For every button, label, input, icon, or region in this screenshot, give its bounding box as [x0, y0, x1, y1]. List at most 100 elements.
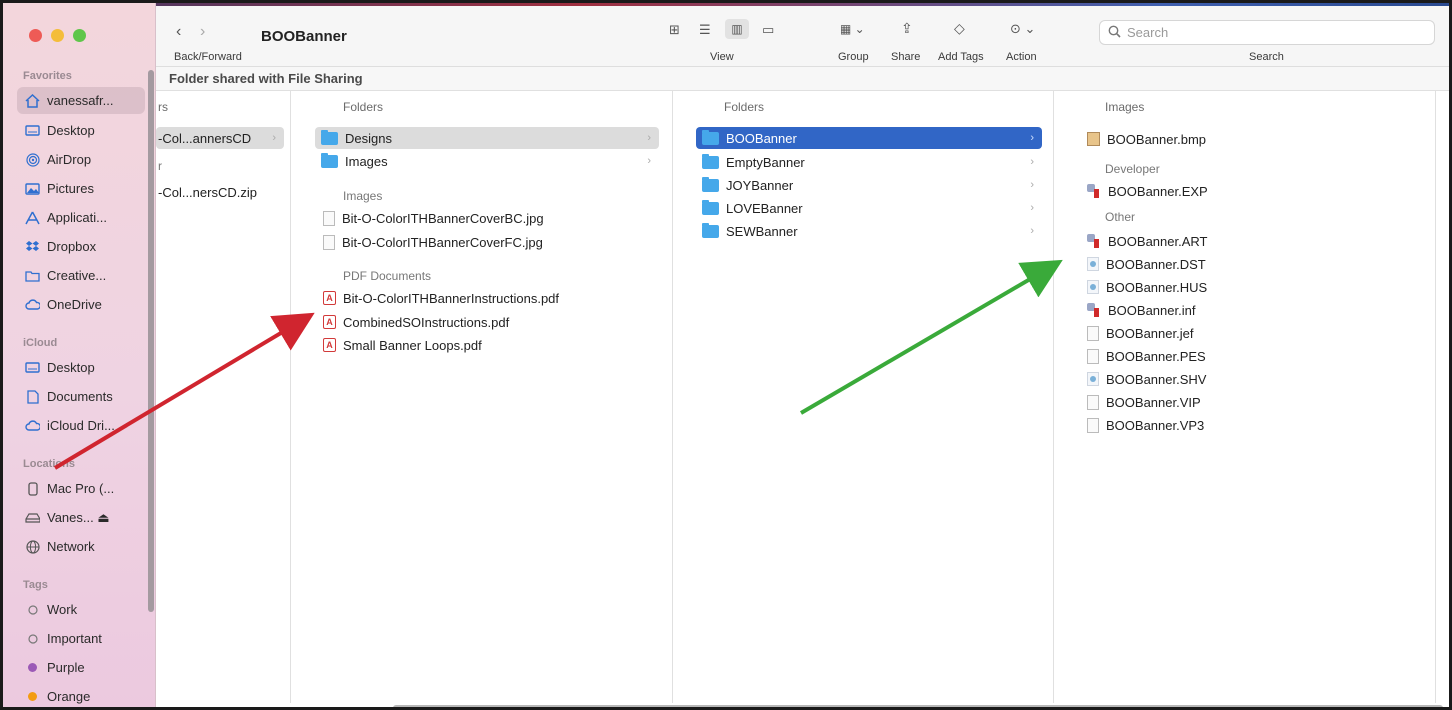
forward-icon[interactable]: › — [200, 23, 205, 41]
tag-circle-icon — [25, 631, 40, 646]
sidebar-item-drive[interactable]: Vanes... ⏏ — [17, 504, 145, 531]
group-header: PDF Documents — [343, 269, 432, 283]
row-label: BOOBanner — [726, 130, 797, 146]
sidebar-item-airdrop[interactable]: AirDrop — [17, 146, 145, 173]
list-item[interactable]: BOOBanner.EXP — [1081, 180, 1421, 202]
gallery-view-icon[interactable]: ▭ — [762, 22, 774, 38]
close-button[interactable] — [29, 29, 42, 42]
list-item[interactable]: Images › — [315, 150, 659, 172]
icon-view-icon[interactable]: ⊞ — [669, 22, 680, 38]
folder-icon — [321, 129, 338, 145]
list-item[interactable]: BOOBanner.PES — [1081, 345, 1421, 367]
right-divider — [1435, 91, 1436, 703]
sidebar-item-creative[interactable]: Creative... — [17, 262, 145, 289]
search-input[interactable] — [1127, 25, 1417, 40]
folder-icon — [702, 199, 719, 215]
traffic-lights — [29, 29, 86, 42]
sidebar-item-label: Documents — [47, 389, 113, 404]
tag-dot-icon — [25, 689, 40, 704]
folder-icon — [702, 153, 719, 169]
locations-header: Locations — [23, 458, 75, 470]
embroidery-file-icon — [1087, 257, 1099, 271]
list-item[interactable]: BOOBanner.ART — [1081, 230, 1421, 252]
list-item[interactable]: JOYBanner › — [696, 174, 1042, 196]
globe-icon — [25, 539, 40, 554]
search-field[interactable] — [1099, 20, 1435, 45]
list-item[interactable]: BOOBanner.HUS — [1081, 276, 1421, 298]
list-item[interactable]: EmptyBanner › — [696, 151, 1042, 173]
sidebar-item-pictures[interactable]: Pictures — [17, 175, 145, 202]
list-item[interactable]: A CombinedSOInstructions.pdf — [317, 311, 657, 333]
list-item[interactable]: BOOBanner.VIP — [1081, 391, 1421, 413]
sidebar-item-onedrive[interactable]: OneDrive — [17, 291, 145, 318]
list-item[interactable]: Bit-O-ColorITHBannerCoverFC.jpg — [317, 231, 657, 253]
row-label: Bit-O-ColorITHBannerInstructions.pdf — [343, 290, 560, 306]
back-icon[interactable]: ‹ — [176, 23, 181, 41]
folder-icon — [702, 129, 719, 145]
sidebar-tag-important[interactable]: Important — [17, 625, 145, 652]
list-item[interactable]: BOOBanner › — [696, 127, 1042, 149]
group-icon[interactable]: ▦ ⌄ — [840, 22, 865, 36]
list-item[interactable]: LOVEBanner › — [696, 197, 1042, 219]
row-label: Bit-O-ColorITHBannerCoverBC.jpg — [342, 210, 544, 226]
applications-icon — [25, 210, 40, 225]
sidebar-tag-orange[interactable]: Orange — [17, 683, 145, 707]
list-item[interactable]: BOOBanner.inf — [1081, 299, 1421, 321]
sidebar-item-desktop[interactable]: Desktop — [17, 117, 145, 144]
sidebar-item-home[interactable]: vanessafr... — [17, 87, 145, 114]
list-item[interactable]: A Small Banner Loops.pdf — [317, 334, 657, 356]
share-icon[interactable]: ⇪ — [901, 20, 913, 37]
list-item[interactable]: BOOBanner.VP3 — [1081, 414, 1421, 436]
tag-icon[interactable]: ◇ — [954, 20, 965, 37]
share-label: Share — [891, 51, 921, 63]
dropbox-icon — [25, 239, 40, 254]
list-item[interactable]: BOOBanner.DST — [1081, 253, 1421, 275]
list-item[interactable]: Bit-O-ColorITHBannerCoverBC.jpg — [317, 207, 657, 229]
window-title: BOOBanner — [261, 28, 347, 45]
zoom-button[interactable] — [73, 29, 86, 42]
row-label: BOOBanner.VIP — [1106, 394, 1201, 410]
art-file-icon — [1087, 233, 1101, 249]
row-label: BOOBanner.ART — [1108, 233, 1208, 249]
list-item[interactable]: BOOBanner.SHV — [1081, 368, 1421, 390]
horizontal-scrollbar[interactable] — [393, 705, 1443, 707]
search-icon — [1108, 25, 1121, 41]
list-item[interactable]: A Bit-O-ColorITHBannerInstructions.pdf — [317, 287, 657, 309]
sidebar-item-label: Creative... — [47, 268, 107, 283]
chevron-right-icon: › — [272, 132, 276, 144]
row-label: LOVEBanner — [726, 200, 803, 216]
list-item[interactable]: -Col...annersCD › — [156, 127, 284, 149]
cloud-icon — [25, 297, 40, 312]
minimize-button[interactable] — [51, 29, 64, 42]
sidebar-item-label: Purple — [47, 660, 85, 675]
list-item[interactable]: BOOBanner.jef — [1081, 322, 1421, 344]
folder-icon — [702, 176, 719, 192]
list-item[interactable]: BOOBanner.bmp — [1081, 128, 1421, 150]
sidebar-scrollbar[interactable] — [148, 70, 154, 612]
group-header: Images — [343, 189, 383, 203]
row-label: BOOBanner.inf — [1108, 302, 1196, 318]
column-view-icon[interactable]: ▥ — [725, 19, 749, 39]
sidebar-item-icloud-desktop[interactable]: Desktop — [17, 354, 145, 381]
action-icon[interactable]: ⊙ ⌄ — [1010, 21, 1035, 37]
nav-label: Back/Forward — [174, 51, 242, 63]
sidebar-item-icloud-drive[interactable]: iCloud Dri... — [17, 412, 145, 439]
sidebar-item-documents[interactable]: Documents — [17, 383, 145, 410]
sidebar-tag-work[interactable]: Work — [17, 596, 145, 623]
list-item[interactable]: Designs › — [315, 127, 659, 149]
list-view-icon[interactable]: ☰ — [699, 22, 711, 38]
sidebar-item-mac-pro[interactable]: Mac Pro (... — [17, 475, 145, 502]
sidebar-item-applications[interactable]: Applicati... — [17, 204, 145, 231]
list-item[interactable]: -Col...nersCD.zip — [156, 181, 284, 203]
row-label: Designs — [345, 130, 392, 146]
group-header: r — [158, 159, 162, 173]
sidebar-item-network[interactable]: Network — [17, 533, 145, 560]
row-label: EmptyBanner — [726, 154, 805, 170]
sidebar-item-label: Network — [47, 539, 95, 554]
sidebar-item-dropbox[interactable]: Dropbox — [17, 233, 145, 260]
sidebar-tag-purple[interactable]: Purple — [17, 654, 145, 681]
row-label: -Col...annersCD — [158, 130, 252, 146]
chevron-right-icon: › — [1030, 225, 1034, 237]
list-item[interactable]: SEWBanner › — [696, 220, 1042, 242]
path-bar: Folder shared with File Sharing — [156, 67, 1449, 91]
